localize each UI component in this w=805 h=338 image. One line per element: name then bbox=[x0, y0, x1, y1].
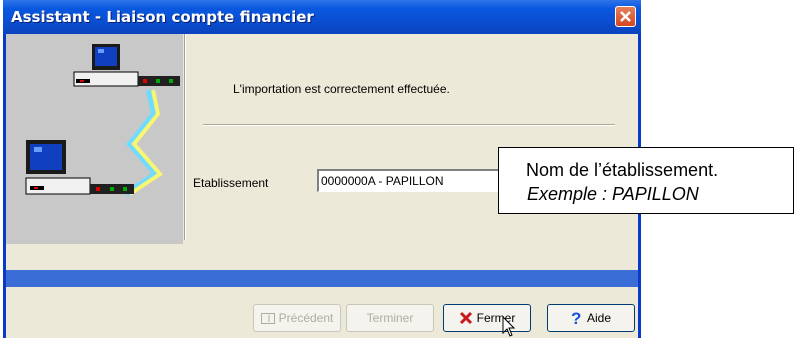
close-button[interactable]: Fermer bbox=[443, 304, 531, 332]
close-window-button[interactable] bbox=[615, 6, 636, 27]
panel-divider-highlight bbox=[185, 34, 186, 240]
mouse-cursor-icon bbox=[502, 316, 516, 337]
previous-icon bbox=[260, 312, 275, 324]
help-button-label: Aide bbox=[586, 311, 612, 325]
finish-button[interactable]: Terminer bbox=[346, 304, 434, 332]
previous-button-label: Précédent bbox=[278, 311, 334, 325]
window-title: Assistant - Liaison compte financier bbox=[11, 8, 314, 26]
callout-example: Exemple : PAPILLON bbox=[527, 184, 699, 204]
network-computers-icon bbox=[25, 44, 180, 197]
title-bar[interactable]: Assistant - Liaison compte financier bbox=[3, 0, 641, 34]
svg-text:?: ? bbox=[571, 310, 581, 326]
progress-band bbox=[6, 270, 638, 287]
wizard-illustration bbox=[6, 34, 183, 244]
previous-button[interactable]: Précédent bbox=[253, 304, 341, 332]
finish-button-label: Terminer bbox=[366, 311, 414, 325]
status-message: L'importation est correctement effectuée… bbox=[233, 82, 450, 96]
help-icon: ? bbox=[571, 310, 583, 326]
etablissement-label: Etablissement bbox=[193, 176, 269, 190]
close-x-icon bbox=[459, 311, 473, 325]
annotation-callout: Nom de l’établissement. Exemple : PAPILL… bbox=[498, 147, 794, 214]
callout-title: Nom de l’établissement. bbox=[526, 160, 719, 180]
close-icon bbox=[620, 11, 631, 22]
separator-highlight bbox=[203, 125, 615, 126]
help-button[interactable]: ? Aide bbox=[547, 304, 635, 332]
